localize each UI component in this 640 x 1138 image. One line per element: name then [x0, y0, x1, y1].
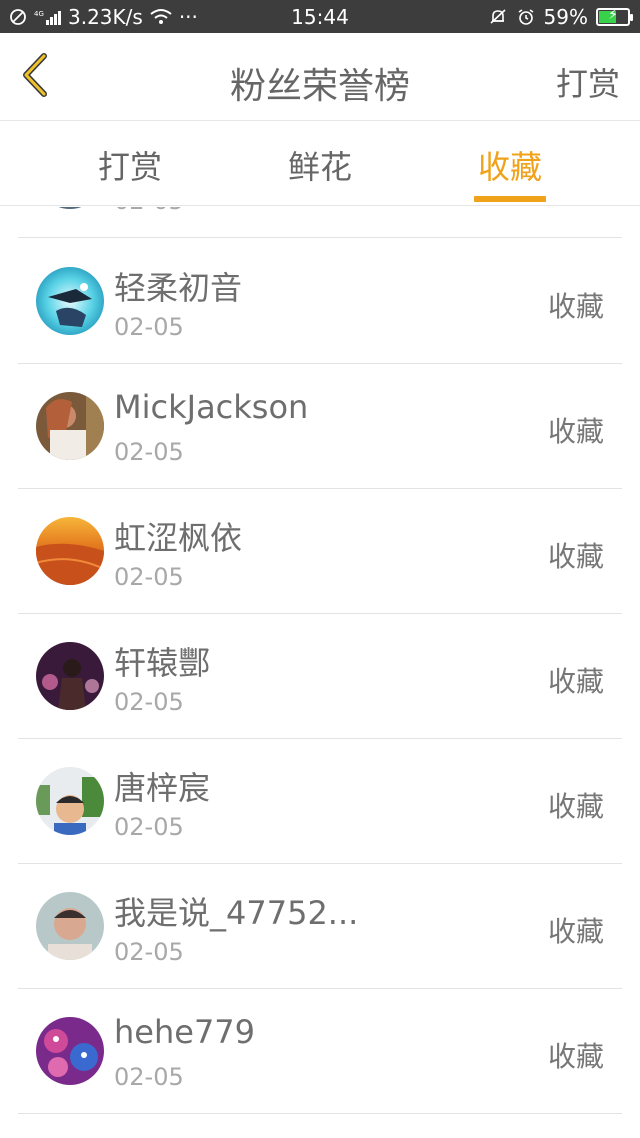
status-bar: 4G 3.23K/s ··· 15:44 59% ⚡	[0, 0, 640, 33]
list-item-action: 收藏	[547, 665, 604, 698]
list-item-name: 唐梓宸	[114, 769, 211, 807]
list-item-name: MickJackson	[114, 388, 309, 426]
avatar	[36, 767, 104, 835]
avatar	[36, 517, 104, 585]
list-item[interactable]: 轩辕酆 02-05 收藏	[18, 614, 622, 739]
battery-percent: 59%	[543, 5, 588, 29]
list-item-action: 收藏	[547, 915, 604, 948]
app-header: 粉丝荣誉榜 打赏	[0, 33, 640, 121]
list-item-action: 收藏	[547, 790, 604, 823]
avatar	[36, 207, 104, 209]
avatar	[36, 392, 104, 460]
list-item[interactable]: MickJackson 02-05 收藏	[18, 364, 622, 489]
list-item[interactable]: 轻柔初音 02-05 收藏	[18, 239, 622, 364]
list-item[interactable]: 虹涩枫依 02-05 收藏	[18, 489, 622, 614]
list-item-name: 我是说_47752...	[114, 894, 359, 932]
tab-reward[interactable]: 打赏	[70, 142, 190, 188]
list-item-partial[interactable]: 02-05	[18, 207, 622, 238]
status-right: 59% ⚡	[488, 5, 633, 29]
list-item-date: 02-05	[114, 207, 184, 215]
list-item-action: 收藏	[547, 1040, 604, 1073]
list-item[interactable]: 唐梓宸 02-05 收藏	[18, 739, 622, 864]
list-item-date: 02-05	[114, 1063, 184, 1091]
tab-bar: 打赏 鲜花 收藏	[0, 122, 640, 206]
list-item-name: 虹涩枫依	[114, 519, 243, 557]
reward-button[interactable]: 打赏	[556, 59, 620, 105]
list-item-date: 02-05	[114, 563, 184, 591]
silent-bell-icon	[488, 6, 508, 28]
list-item[interactable]: hehe779 02-05 收藏	[18, 989, 622, 1114]
list-item-name: 轻柔初音	[114, 269, 243, 307]
alarm-icon	[516, 6, 536, 28]
list-item-date: 02-05	[114, 313, 184, 341]
avatar	[36, 267, 104, 335]
list-item-action: 收藏	[547, 415, 604, 448]
list-item[interactable]: 我是说_47752... 02-05 收藏	[18, 864, 622, 989]
list-item-name: 轩辕酆	[114, 644, 211, 682]
fan-list[interactable]: 02-05 轻柔初音 02-05 收藏 MickJackson 02-05 收藏…	[18, 207, 622, 1138]
avatar	[36, 892, 104, 960]
avatar	[36, 1017, 104, 1085]
tab-flowers[interactable]: 鲜花	[260, 142, 380, 188]
battery-icon: ⚡	[596, 7, 633, 26]
charging-icon: ⚡	[608, 7, 618, 23]
list-item-date: 02-05	[114, 438, 184, 466]
list-item-action: 收藏	[547, 540, 604, 573]
list-item-name: hehe779	[114, 1013, 256, 1051]
avatar	[36, 642, 104, 710]
page-title: 粉丝荣誉榜	[229, 66, 410, 107]
tab-favorites[interactable]: 收藏	[450, 142, 570, 188]
active-tab-indicator	[474, 196, 546, 202]
list-item-action: 收藏	[547, 290, 604, 323]
list-item-date: 02-05	[114, 938, 184, 966]
list-item-date: 02-05	[114, 813, 184, 841]
list-item-date: 02-05	[114, 688, 184, 716]
